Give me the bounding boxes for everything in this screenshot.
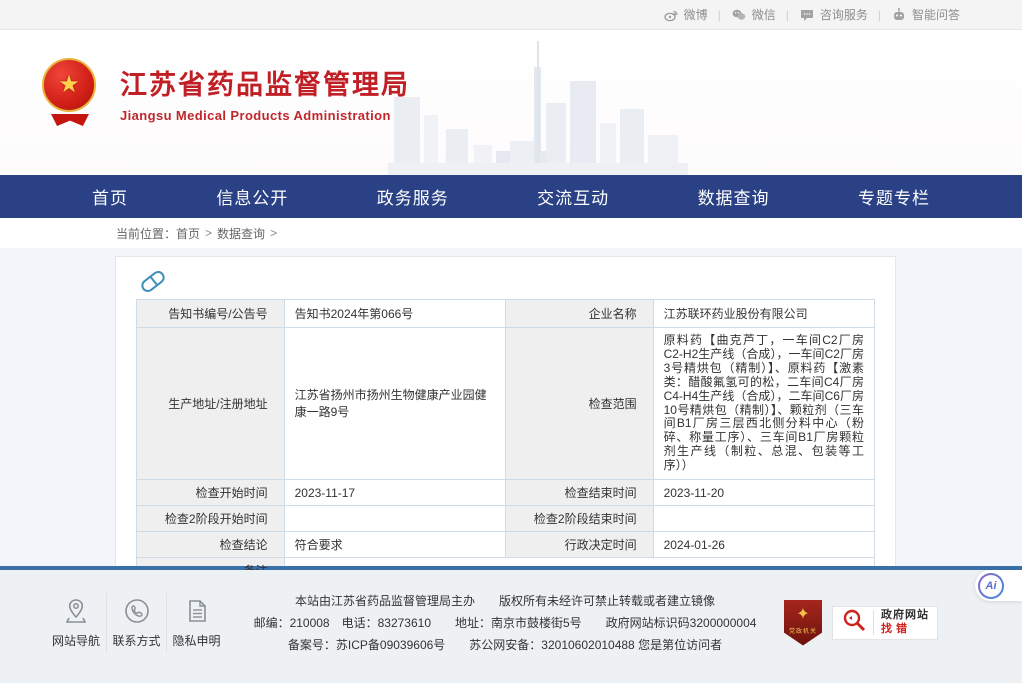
- nav-item-info-disclosure[interactable]: 信息公开: [216, 184, 288, 209]
- breadcrumb-prefix: 当前位置：: [116, 225, 176, 242]
- decision-date-label: 行政决定时间: [505, 532, 653, 558]
- privacy-label: 隐私申明: [172, 632, 220, 649]
- consult-service-label: 咨询服务: [820, 6, 868, 23]
- wechat-label: 微信: [752, 6, 776, 23]
- stage2-end-label: 检查2阶段结束时间: [505, 506, 653, 532]
- footer-quick-links: 网站导航 联系方式 隐私申明: [46, 593, 226, 653]
- site-footer: 网站导航 联系方式 隐私申明 本站由江苏省药品监督管理局主办 版权所有未经许可禁…: [0, 570, 1022, 683]
- breadcrumb: 当前位置： 首页 > 数据查询 >: [0, 218, 1022, 248]
- table-row: 生产地址/注册地址 江苏省扬州市扬州生物健康产业园健康一路9号 检查范围 原料药…: [137, 328, 875, 480]
- map-pin-icon: [62, 597, 90, 625]
- gov-site-find-error-badge[interactable]: 政府网站 找错: [832, 606, 938, 640]
- emblem-star-icon: ★: [58, 73, 80, 97]
- ai-label: Ai: [986, 580, 997, 592]
- party-gov-agency-badge[interactable]: ✦ 党政机关: [784, 600, 822, 646]
- inspection-record-table: 告知书编号/公告号 告知书2024年第066号 企业名称 江苏联环药业股份有限公…: [136, 299, 875, 584]
- site-map-label: 网站导航: [52, 632, 100, 649]
- decision-date-value: 2024-01-26: [653, 532, 874, 558]
- topbar-separator: |: [718, 8, 721, 22]
- weibo-label: 微博: [684, 6, 708, 23]
- org-title-english: Jiangsu Medical Products Administration: [120, 108, 410, 123]
- address-value: 江苏省扬州市扬州生物健康产业园健康一路9号: [284, 328, 505, 480]
- start-date-value: 2023-11-17: [284, 480, 505, 506]
- table-row: 检查2阶段开始时间 检查2阶段结束时间: [137, 506, 875, 532]
- weibo-link[interactable]: 微博: [663, 6, 708, 23]
- breadcrumb-separator: >: [270, 226, 277, 240]
- phone-icon: [123, 597, 151, 625]
- capsule-pill-icon: [139, 268, 167, 294]
- address-label: 生产地址/注册地址: [137, 328, 285, 480]
- magnifier-icon: [841, 607, 867, 638]
- topbar-separator: |: [878, 8, 881, 22]
- privacy-link[interactable]: 隐私申明: [166, 593, 226, 653]
- consult-service-link[interactable]: 咨询服务: [799, 6, 868, 23]
- wechat-icon: [731, 7, 747, 23]
- contact-link[interactable]: 联系方式: [106, 593, 166, 653]
- table-row: 检查结论 符合要求 行政决定时间 2024-01-26: [137, 532, 875, 558]
- end-date-label: 检查结束时间: [505, 480, 653, 506]
- weibo-icon: [663, 7, 679, 23]
- brand-block: ★ 江苏省药品监督管理局 Jiangsu Medical Products Ad…: [42, 58, 410, 128]
- nav-item-special-topics[interactable]: 专题专栏: [858, 184, 930, 209]
- company-value: 江苏联环药业股份有限公司: [653, 300, 874, 328]
- stage2-start-value: [284, 506, 505, 532]
- primary-nav: 首页 信息公开 政务服务 交流互动 数据查询 专题专栏: [0, 175, 1022, 218]
- find-error-bottom-label: 找错: [881, 624, 929, 635]
- find-error-top-label: 政府网站: [881, 610, 929, 621]
- scope-label: 检查范围: [505, 328, 653, 480]
- topbar-separator: |: [786, 8, 789, 22]
- company-label: 企业名称: [505, 300, 653, 328]
- privacy-doc-icon: [183, 597, 211, 625]
- record-detail-panel: 告知书编号/公告号 告知书2024年第066号 企业名称 江苏联环药业股份有限公…: [115, 256, 896, 597]
- table-row: 告知书编号/公告号 告知书2024年第066号 企业名称 江苏联环药业股份有限公…: [137, 300, 875, 328]
- footer-badges: ✦ 党政机关 政府网站 找错: [784, 600, 938, 646]
- shield-label: 党政机关: [789, 626, 817, 635]
- start-date-label: 检查开始时间: [137, 480, 285, 506]
- footer-info-text: 本站由江苏省药品监督管理局主办 版权所有未经许可禁止转载或者建立镜像 邮编：21…: [226, 590, 784, 656]
- main-content: 告知书编号/公告号 告知书2024年第066号 企业名称 江苏联环药业股份有限公…: [0, 248, 1022, 566]
- breadcrumb-separator: >: [205, 226, 212, 240]
- site-header: ★ 江苏省药品监督管理局 Jiangsu Medical Products Ad…: [0, 30, 1022, 175]
- end-date-value: 2023-11-20: [653, 480, 874, 506]
- ai-assistant-button[interactable]: Ai: [975, 570, 1022, 601]
- robot-icon: [891, 7, 907, 23]
- nav-item-interaction[interactable]: 交流互动: [537, 184, 609, 209]
- chat-bubble-icon: [799, 7, 815, 23]
- org-title: 江苏省药品监督管理局: [120, 63, 410, 102]
- table-row: 检查开始时间 2023-11-17 检查结束时间 2023-11-20: [137, 480, 875, 506]
- shield-emblem-icon: ✦: [796, 607, 809, 623]
- breadcrumb-data-query-link[interactable]: 数据查询: [217, 225, 265, 242]
- notice-no-label: 告知书编号/公告号: [137, 300, 285, 328]
- footer-line-1: 本站由江苏省药品监督管理局主办 版权所有未经许可禁止转载或者建立镜像: [226, 590, 784, 612]
- contact-label: 联系方式: [112, 632, 160, 649]
- footer-line-3: 备案号：苏ICP备09039606号 苏公网安备：32010602010488 …: [226, 634, 784, 656]
- national-emblem-logo: ★: [42, 58, 98, 128]
- notice-no-value: 告知书2024年第066号: [284, 300, 505, 328]
- stage2-start-label: 检查2阶段开始时间: [137, 506, 285, 532]
- nav-item-home[interactable]: 首页: [92, 184, 128, 209]
- stage2-end-value: [653, 506, 874, 532]
- top-utility-bar: 微博 | 微信 | 咨询服务 | 智能问答: [0, 0, 1022, 30]
- ai-icon: Ai: [978, 573, 1004, 599]
- conclusion-label: 检查结论: [137, 532, 285, 558]
- footer-line-2: 邮编：210008 电话：83273610 地址：南京市鼓楼街5号 政府网站标识…: [226, 612, 784, 634]
- scope-value: 原料药【曲克芦丁，一车间C2厂房C2-H2生产线（合成），一车间C2厂房3号精烘…: [653, 328, 874, 480]
- smart-qa-link[interactable]: 智能问答: [891, 6, 960, 23]
- smart-qa-label: 智能问答: [912, 6, 960, 23]
- site-map-link[interactable]: 网站导航: [46, 593, 106, 653]
- conclusion-value: 符合要求: [284, 532, 505, 558]
- city-skyline-graphic: [388, 37, 688, 175]
- wechat-link[interactable]: 微信: [731, 6, 776, 23]
- nav-item-gov-services[interactable]: 政务服务: [377, 184, 449, 209]
- nav-item-data-query[interactable]: 数据查询: [698, 184, 770, 209]
- breadcrumb-home-link[interactable]: 首页: [176, 225, 200, 242]
